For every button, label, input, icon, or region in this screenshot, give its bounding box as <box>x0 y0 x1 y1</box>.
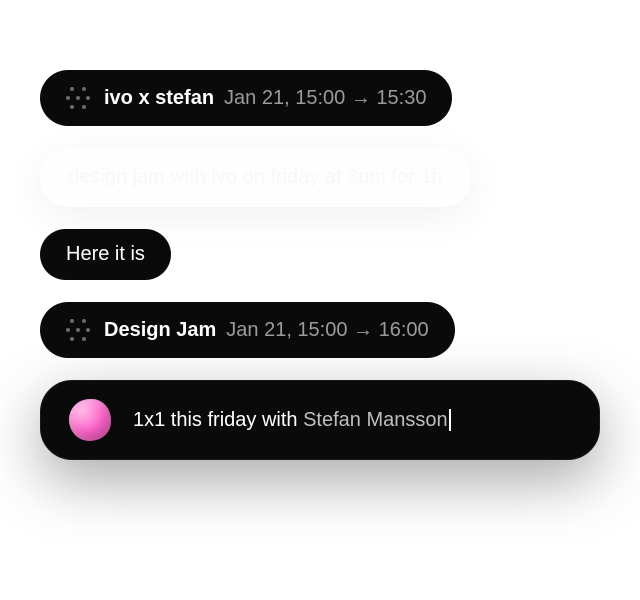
reply-text: Here it is <box>66 243 145 265</box>
event-2-content: Design Jam Jan 21, 15:00 → 16:00 <box>104 319 429 342</box>
event-2-end: 16:00 <box>379 319 429 341</box>
event-1-end: 15:30 <box>376 87 426 109</box>
event-1-time: Jan 21, 15:00 → 15:30 <box>224 87 426 110</box>
event-2-time: Jan 21, 15:00 → 16:00 <box>226 319 428 342</box>
reply-bubble: Here it is <box>40 229 171 280</box>
event-2-date: Jan 21, 15:00 <box>226 319 347 341</box>
event-1-date: Jan 21, 15:00 <box>224 87 345 109</box>
grip-dots-icon <box>66 86 90 110</box>
event-bubble-1: ivo x stefan Jan 21, 15:00 → 15:30 <box>40 70 452 126</box>
event-1-content: ivo x stefan Jan 21, 15:00 → 15:30 <box>104 87 426 110</box>
input-prefix: 1x1 this friday with <box>133 409 303 431</box>
text-cursor <box>449 409 451 431</box>
event-2-title: Design Jam <box>104 319 216 342</box>
assistant-blob-icon <box>69 399 111 441</box>
input-highlight: Stefan Mansson <box>303 409 448 431</box>
command-input[interactable]: 1x1 this friday with Stefan Mansson <box>40 380 600 460</box>
event-bubble-2: Design Jam Jan 21, 15:00 → 16:00 <box>40 302 455 358</box>
command-input-text[interactable]: 1x1 this friday with Stefan Mansson <box>133 409 451 432</box>
event-1-title: ivo x stefan <box>104 87 214 110</box>
arrow-icon: → <box>353 319 373 341</box>
faint-message-bubble: design jam with ivo on friday at 3pm for… <box>40 148 471 207</box>
arrow-icon: → <box>351 87 371 109</box>
faint-message-text: design jam with ivo on friday at 3pm for… <box>68 166 443 189</box>
grip-dots-icon <box>66 318 90 342</box>
